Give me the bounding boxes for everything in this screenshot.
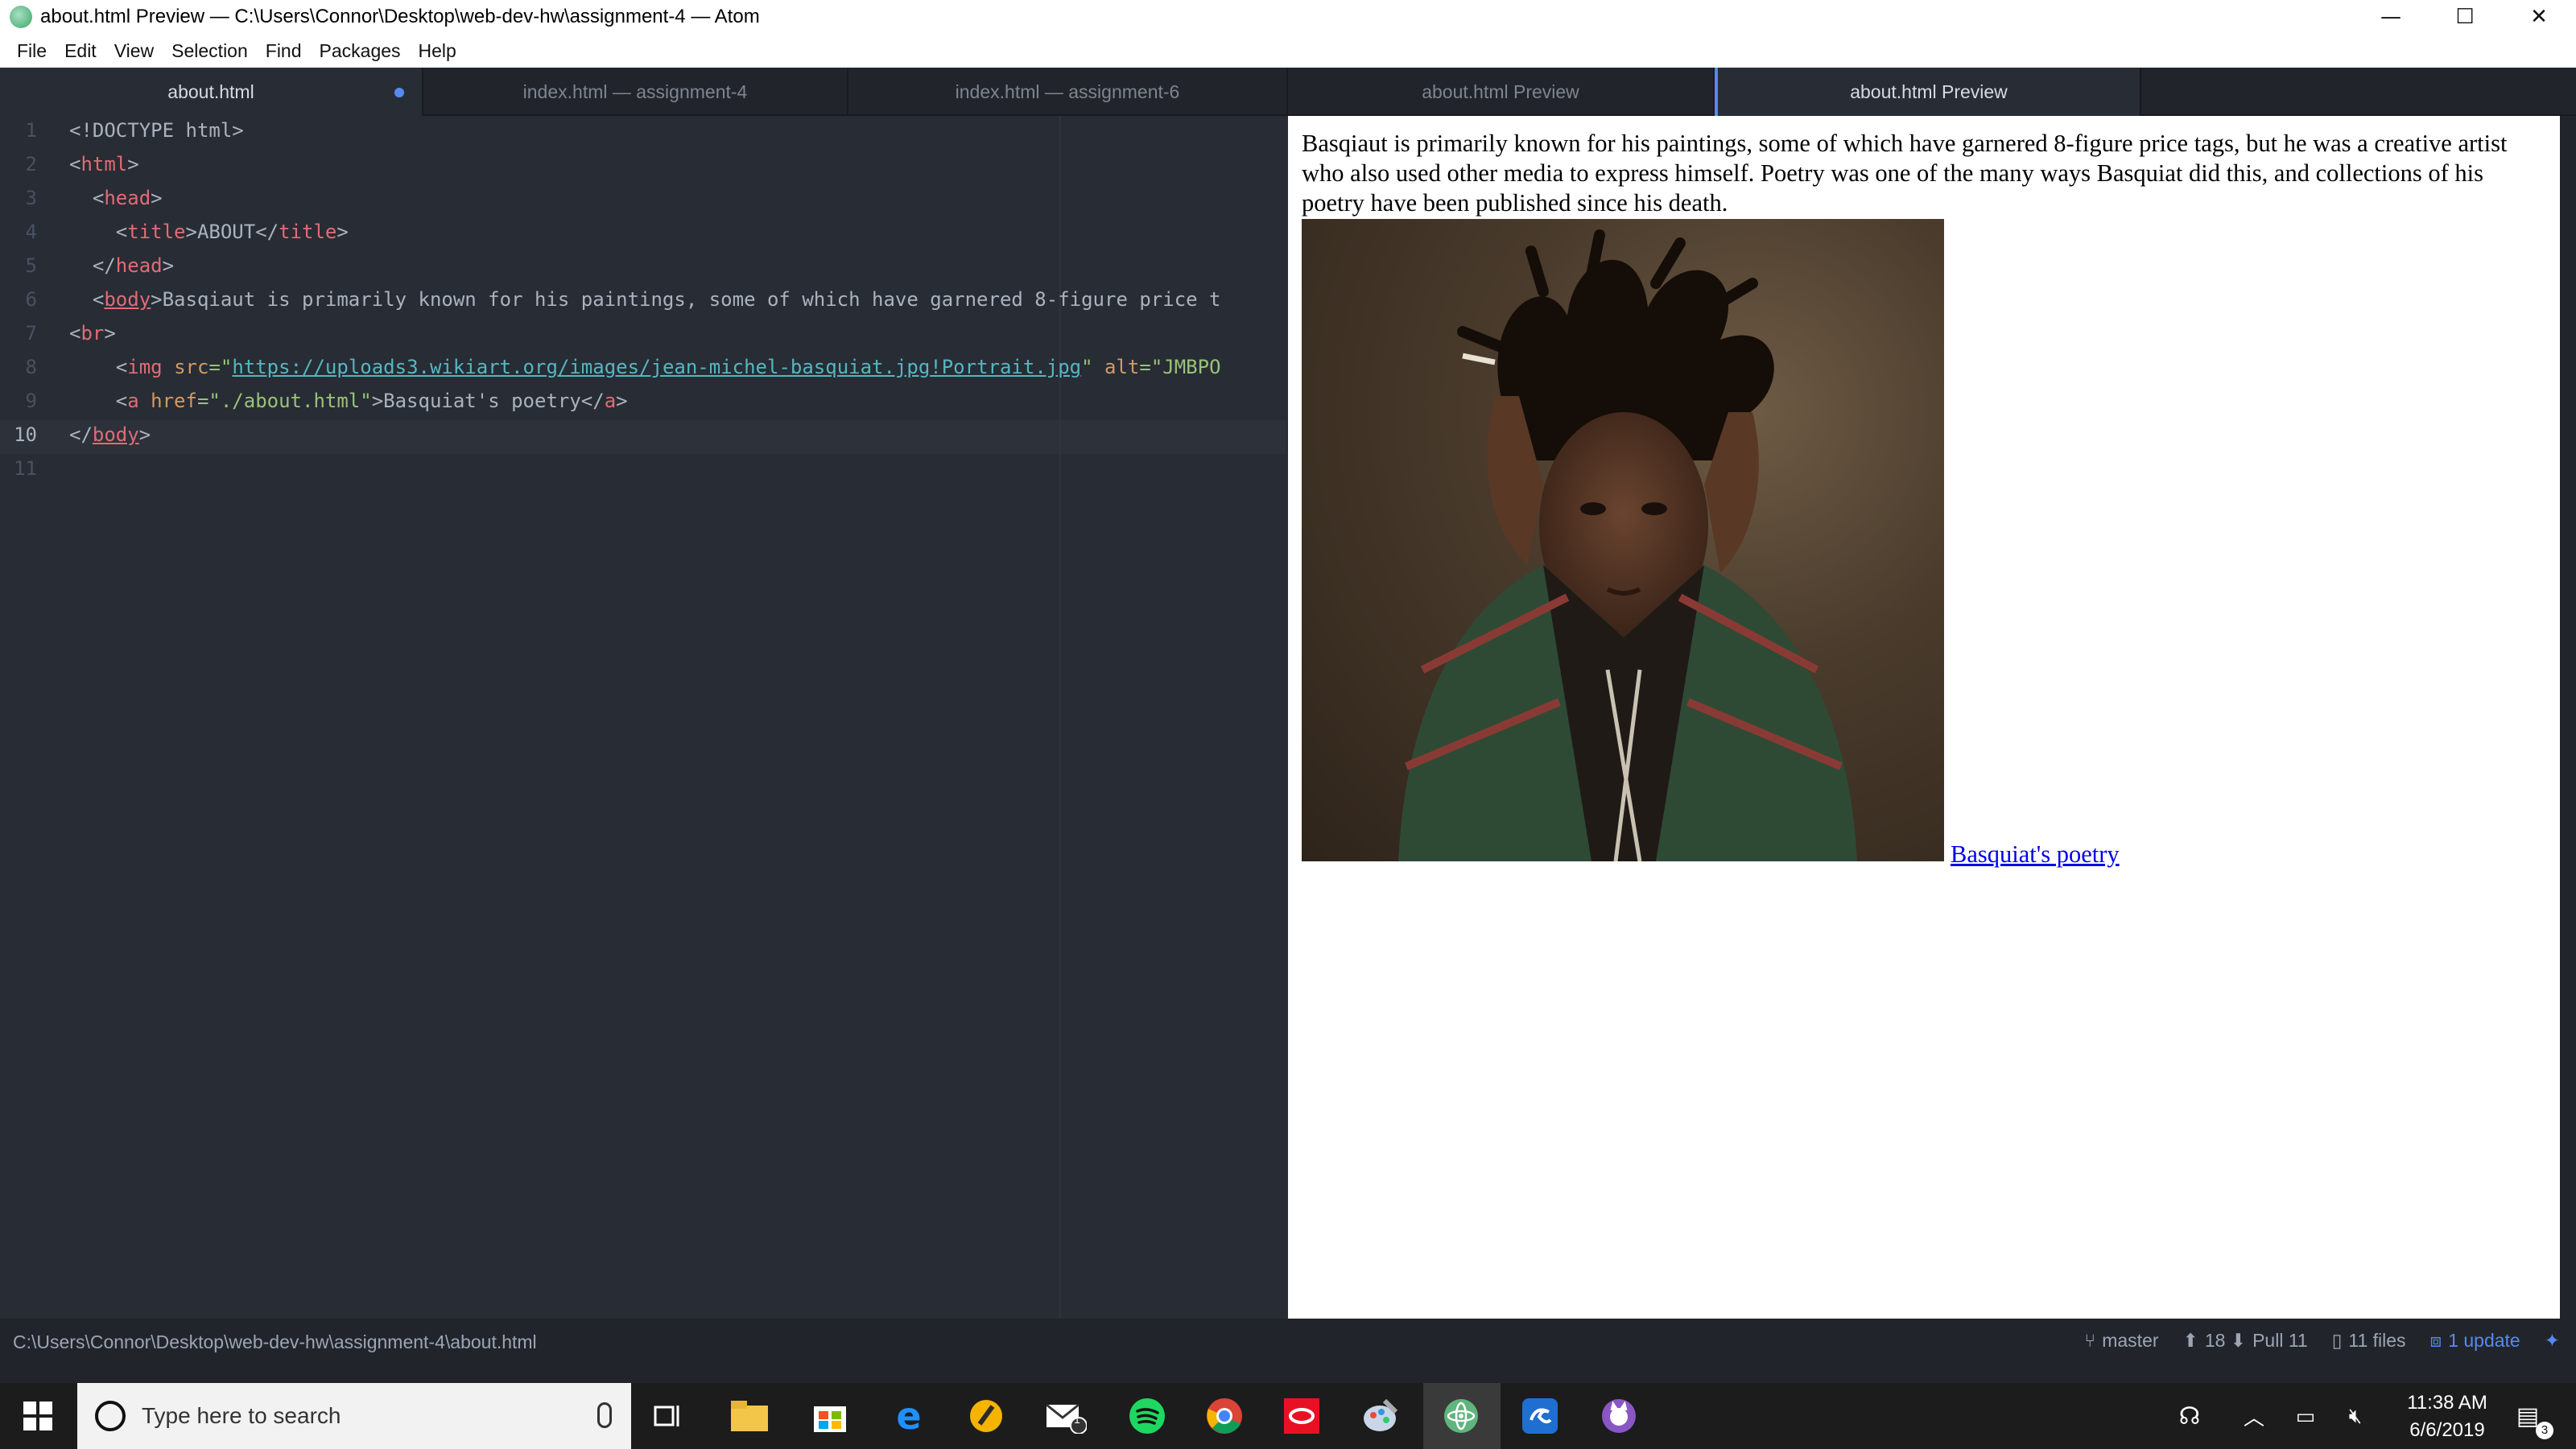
code-line: <br> [69,322,116,345]
tab-about-html[interactable]: about.html [0,68,423,116]
minimize-button[interactable]: — [2354,0,2428,34]
code-line: <img src="https://uploads3.wikiart.org/i… [69,356,1221,378]
search-placeholder: Type here to search [142,1403,341,1428]
start-button[interactable] [0,1383,76,1449]
git-branch[interactable]: ⑂ master [2084,1330,2158,1352]
code-line: </body> [69,423,151,446]
tab-label: about.html [167,80,254,102]
window-controls: — ☐ ✕ [2354,0,2576,34]
code-line: <html> [69,153,139,175]
battery-icon[interactable]: ▭ [2283,1383,2328,1449]
microphone-icon[interactable] [597,1402,612,1428]
current-line-highlight [0,420,1286,454]
tab-label: index.html — assignment-6 [955,80,1180,102]
chevron-up-icon[interactable]: ︿ [2231,1383,2277,1449]
tab-bar: about.html index.html — assignment-4 ind… [0,68,2576,116]
close-button[interactable]: ✕ [2502,0,2576,34]
windows-taskbar: Type here to search e 1 ☊ ︿ ▭ 🔇︎ 11:38 A… [0,1383,2576,1449]
line-number: 7 [25,322,37,345]
code-line: </head> [69,254,175,277]
update-indicator[interactable]: ⧈ 1 update [2430,1330,2520,1352]
line-number: 4 [25,221,37,243]
line-number: 5 [25,254,37,277]
code-line: <body>Basqiaut is primarily known for hi… [69,288,1221,311]
menu-edit[interactable]: Edit [56,40,105,62]
line-number-gutter: 1 2 3 4 5 6 7 8 9 10 11 [0,116,56,1319]
menu-view[interactable]: View [105,40,163,62]
clock-date: 6/6/2019 [2409,1419,2485,1441]
menu-bar: File Edit View Selection Find Packages H… [0,34,2576,68]
tab-preview-1[interactable]: about.html Preview [1288,68,1715,116]
twitter-bird-icon[interactable]: ✦ [2545,1330,2560,1352]
tab-index-assignment-6[interactable]: index.html — assignment-6 [848,68,1288,116]
clock-time: 11:38 AM [2407,1392,2487,1414]
code-line: <a href="./about.html">Basquiat's poetry… [69,390,628,412]
pane-edge [2560,116,2576,1319]
file-explorer-icon[interactable] [728,1394,771,1438]
github-desktop-icon[interactable] [1597,1394,1641,1438]
volume-muted-icon[interactable]: 🔇︎ [2333,1383,2378,1449]
portrait-image [1302,219,1944,861]
line-number: 6 [25,288,37,311]
cortana-icon [95,1401,126,1431]
edge-dev-icon[interactable] [1518,1394,1562,1438]
code-line: <!DOCTYPE html> [69,119,244,142]
file-icon: ▯ [2331,1330,2343,1351]
windows-logo-icon [23,1402,52,1430]
code-url-link[interactable]: https://uploads3.wikiart.org/images/jean… [232,356,1081,378]
html-preview-pane: Basqiaut is primarily known for his pain… [1288,116,2560,1319]
line-number: 8 [25,356,37,378]
code-line: <head> [69,187,163,209]
menu-packages[interactable]: Packages [311,40,410,62]
arrow-up-icon: ⬆ [2182,1330,2198,1351]
line-number: 9 [25,390,37,412]
edge-browser-icon[interactable]: e [887,1394,931,1438]
tab-preview-2[interactable]: about.html Preview [1715,68,2141,116]
package-icon: ⧈ [2429,1330,2442,1351]
menu-file[interactable]: File [8,40,56,62]
git-files[interactable]: ▯ 11 files [2332,1330,2406,1352]
status-file-path[interactable]: C:\Users\Connor\Desktop\web-dev-hw\assig… [13,1331,537,1353]
line-number: 2 [25,153,37,175]
mail-icon[interactable]: 1 [1045,1394,1088,1438]
people-icon[interactable]: ☊ [2167,1383,2212,1449]
arrow-down-icon: ⬇ [2230,1330,2247,1351]
tab-label: index.html — assignment-4 [522,80,748,102]
red-app-icon[interactable] [1280,1394,1323,1438]
line-number: 3 [25,187,37,209]
modified-indicator-icon [394,88,404,97]
line-number-current: 10 [14,423,37,446]
code-editor[interactable]: 1 2 3 4 5 6 7 8 9 10 11 <!DOCTYPE html> … [0,116,1286,1319]
atom-app-icon [10,6,32,28]
atom-taskbar-icon[interactable] [1439,1394,1483,1438]
system-clock[interactable]: 11:38 AM 6/6/2019 [2383,1389,2512,1444]
fl-studio-icon[interactable] [964,1394,1008,1438]
menu-help[interactable]: Help [410,40,465,62]
paint-icon[interactable] [1359,1394,1402,1438]
notifications-badge: 3 [2536,1422,2553,1439]
preview-paragraph: Basqiaut is primarily known for his pain… [1302,130,2508,217]
menu-find[interactable]: Find [257,40,311,62]
branch-icon: ⑂ [2084,1330,2096,1351]
title-bar: about.html Preview — C:\Users\Connor\Des… [0,0,2576,34]
window-title: about.html Preview — C:\Users\Connor\Des… [40,6,760,27]
line-number: 11 [14,457,37,480]
task-view-icon[interactable] [647,1394,691,1438]
git-push-pull[interactable]: ⬆ 18 ⬇ Pull 11 [2183,1330,2308,1352]
store-icon[interactable] [808,1394,852,1438]
code-line: <title>ABOUT</title> [69,221,349,243]
mail-badge: 1 [1074,1413,1080,1426]
tab-label: about.html Preview [1422,80,1579,102]
line-number: 1 [25,119,37,142]
chrome-icon[interactable] [1203,1394,1246,1438]
menu-selection[interactable]: Selection [163,40,257,62]
maximize-button[interactable]: ☐ [2428,0,2502,34]
tab-label: about.html Preview [1850,80,2008,102]
spotify-icon[interactable] [1125,1394,1169,1438]
status-right-group: ⑂ master ⬆ 18 ⬇ Pull 11 ▯ 11 files ⧈ 1 update… [2084,1330,2560,1352]
basquiat-poetry-link[interactable]: Basquiat's poetry [1951,840,2120,869]
taskbar-search[interactable]: Type here to search [77,1383,631,1449]
tab-index-assignment-4[interactable]: index.html — assignment-4 [423,68,848,116]
